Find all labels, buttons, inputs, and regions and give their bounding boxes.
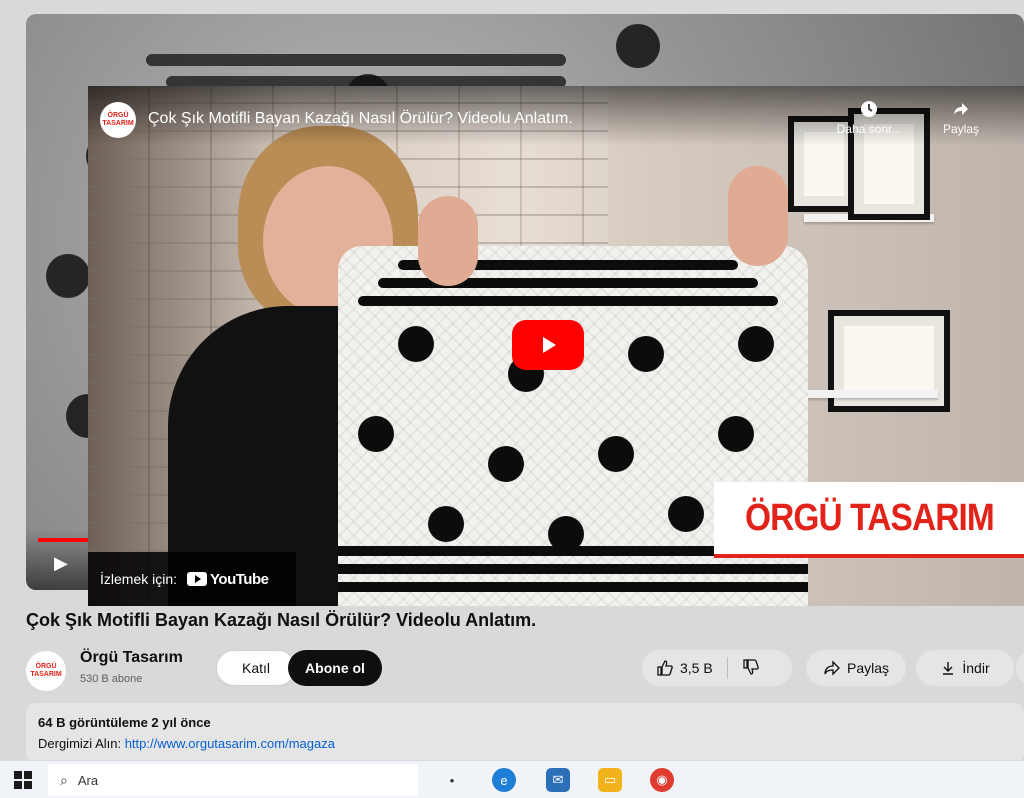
brand-overlay: ÖRGÜ TASARIM — [714, 482, 1024, 558]
subscribe-button[interactable]: Abone ol — [288, 650, 382, 686]
more-actions-button[interactable] — [1016, 650, 1024, 686]
share-arrow-icon — [824, 660, 840, 676]
download-icon — [943, 662, 954, 675]
video-title: Çok Şık Motifli Bayan Kazağı Nasıl Örülü… — [26, 610, 537, 630]
avatar-line1: ÖRGÜ — [35, 663, 57, 670]
dislike-button[interactable] — [742, 658, 760, 679]
thumbs-up-icon — [657, 660, 673, 676]
watch-later-button[interactable]: Daha sonr... — [824, 100, 914, 136]
share-label: Paylaş — [846, 660, 890, 676]
clock-icon — [824, 100, 914, 122]
watch-on-label: İzlemek için: — [100, 571, 178, 587]
like-button[interactable]: 3,5 B — [656, 659, 713, 677]
play-button[interactable] — [512, 320, 584, 370]
description-box[interactable]: 64 B görüntüleme 2 yıl önce Dergimizi Al… — [26, 703, 1024, 763]
share-button-embed[interactable]: Paylaş — [916, 100, 1006, 136]
share-label-embed: Paylaş — [942, 122, 980, 136]
windows-start-icon[interactable] — [14, 771, 32, 789]
chrome-browser-icon[interactable]: ◉ — [650, 768, 674, 792]
join-button[interactable]: Katıl — [216, 650, 296, 686]
channel-name[interactable]: Örgü Tasarım — [80, 649, 183, 667]
channel-avatar[interactable]: ÖRGÜ TASARIM — [26, 651, 66, 691]
play-icon — [543, 337, 556, 353]
embed-video-title[interactable]: Çok Şık Motifli Bayan Kazağı Nasıl Örülü… — [148, 110, 573, 128]
watch-on-youtube[interactable]: İzlemek için: YouTube — [88, 552, 296, 606]
taskview-icon[interactable]: • — [440, 768, 464, 792]
description-prefix: Dergimizi Alın: — [38, 736, 125, 751]
right-hand — [728, 166, 788, 266]
background-play-icon[interactable]: ▶ — [54, 553, 68, 574]
store-link[interactable]: http://www.orgutasarim.com/magaza — [125, 736, 335, 751]
youtube-wordmark: YouTube — [210, 570, 269, 588]
share-icon — [916, 100, 1006, 122]
subscriber-count: 530 B abone — [80, 673, 143, 685]
view-meta: 64 B görüntüleme 2 yıl önce — [38, 715, 211, 730]
taskbar-search[interactable]: ⌕ Ara — [48, 764, 418, 796]
description-line: Dergimizi Alın: http://www.orgutasarim.c… — [38, 736, 1012, 751]
windows-taskbar: ⌕ Ara • e ✉ ▭ ◉ — [0, 760, 1024, 798]
search-icon: ⌕ — [60, 771, 68, 788]
owner-row: ÖRGÜ TASARIM Örgü Tasarım 530 B abone Ka… — [26, 645, 1024, 691]
download-label: İndir — [962, 660, 990, 676]
wall-shelf — [788, 390, 938, 398]
like-count: 3,5 B — [680, 660, 713, 676]
thumbs-down-icon — [743, 658, 759, 675]
channel-logo[interactable]: ÖRGÜ TASARIM — [100, 102, 136, 138]
youtube-logo-icon: YouTube — [187, 570, 269, 588]
channel-logo-line1: ÖRGÜ — [107, 112, 129, 119]
like-dislike-group: 3,5 B — [642, 650, 792, 686]
taskbar-search-placeholder: Ara — [77, 772, 99, 788]
download-button[interactable]: İndir — [916, 650, 1014, 686]
file-explorer-icon[interactable]: ▭ — [598, 768, 622, 792]
mail-icon[interactable]: ✉ — [546, 768, 570, 792]
left-hand — [418, 196, 478, 286]
avatar-line2: TASARIM — [30, 671, 62, 678]
channel-logo-line2: TASARIM — [102, 120, 134, 127]
edge-browser-icon[interactable]: e — [492, 768, 516, 792]
brand-overlay-text: ÖRGÜ TASARIM — [744, 496, 995, 539]
embedded-video[interactable]: ÖRGÜ TASARIM ÖRGÜ TASARIM Çok Şık Motifl… — [88, 86, 1024, 606]
share-button[interactable]: Paylaş — [806, 650, 906, 686]
watch-later-label: Daha sonr... — [836, 122, 902, 136]
